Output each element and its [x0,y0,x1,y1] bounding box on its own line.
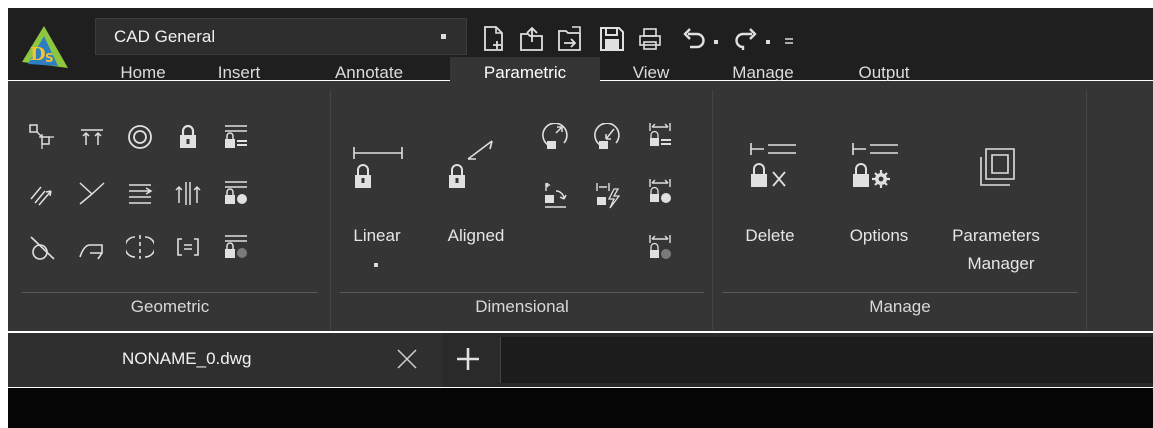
radial-dimension-icon[interactable] [594,123,622,151]
dimension-show-icon[interactable] [646,121,674,149]
panel-separator-line [722,292,1078,293]
document-tab-bar: NONAME_0.dwg [8,333,1153,387]
parallel-icon[interactable] [28,179,56,207]
fix-lock-icon[interactable] [174,123,202,151]
ribbon: Geometric Linear Aligned Dimensional Del… [8,81,1153,331]
document-tab-name: NONAME_0.dwg [122,349,252,368]
delete-constraints-icon[interactable] [222,233,250,261]
manager-label[interactable]: Manager [942,251,1060,276]
show-all-constraints-icon[interactable] [222,179,250,207]
aligned-label[interactable]: Aligned [434,223,518,248]
panel-separator-line [22,292,318,293]
title-bar: D S CAD General Home Insert Annotate Par… [8,8,1153,89]
chevron-down-icon [441,34,446,39]
panel-title-manage: Manage [869,297,931,316]
parameters-label[interactable]: Parameters [942,223,1050,248]
tab-strip-empty [500,337,1153,383]
dimension-hide-all-icon[interactable] [646,233,674,261]
close-icon[interactable] [395,347,419,371]
export-file-icon[interactable] [556,24,584,54]
delete-constraint-icon[interactable] [748,141,798,189]
show-constraints-icon[interactable] [222,123,250,151]
smooth-icon[interactable] [78,233,106,261]
constraint-settings-icon[interactable] [850,141,900,189]
options-label[interactable]: Options [834,223,924,248]
open-file-icon[interactable] [518,24,546,54]
delete-label[interactable]: Delete [730,223,810,248]
aligned-dimension-icon[interactable] [446,139,496,189]
undo-icon[interactable] [680,24,708,54]
parameters-manager-icon[interactable] [978,147,1018,187]
panel-divider [1086,90,1087,330]
dimension-show-all-icon[interactable] [646,177,674,205]
redo-dropdown-icon[interactable] [760,24,776,54]
workspace-label: CAD General [114,27,216,46]
symmetric-icon[interactable] [126,233,154,261]
workspace-dropdown[interactable]: CAD General [95,18,467,55]
dimension-flash-icon[interactable] [594,181,622,209]
convert-dimension-icon[interactable] [542,181,570,209]
equal-icon[interactable] [174,233,202,261]
perpendicular-icon[interactable] [78,179,106,207]
linear-dropdown-icon[interactable] [370,259,382,271]
document-tab[interactable]: NONAME_0.dwg [8,333,442,387]
linear-label[interactable]: Linear [340,223,414,248]
angular-dimension-icon[interactable] [542,123,570,151]
horizontal-icon[interactable] [126,179,154,207]
customize-icon[interactable] [780,24,798,54]
panel-divider [712,90,713,330]
undo-dropdown-icon[interactable] [708,24,724,54]
linear-dimension-icon[interactable] [352,141,404,189]
vertical-icon[interactable] [174,179,202,207]
redo-icon[interactable] [732,24,760,54]
drawing-area[interactable] [8,388,1153,428]
panel-title-dimensional: Dimensional [475,297,569,316]
concentric-icon[interactable] [126,123,154,151]
panel-title-geometric: Geometric [130,297,210,316]
save-icon[interactable] [598,24,626,54]
panel-separator-line [340,292,704,293]
add-tab-icon[interactable] [454,345,482,373]
print-icon[interactable] [636,24,664,54]
collinear-icon[interactable] [78,125,106,153]
new-file-icon[interactable] [480,24,508,54]
coincident-icon[interactable] [28,123,56,151]
app-window: D S CAD General Home Insert Annotate Par… [0,0,1153,428]
tangent-icon[interactable] [28,233,56,261]
panel-divider [330,90,331,330]
